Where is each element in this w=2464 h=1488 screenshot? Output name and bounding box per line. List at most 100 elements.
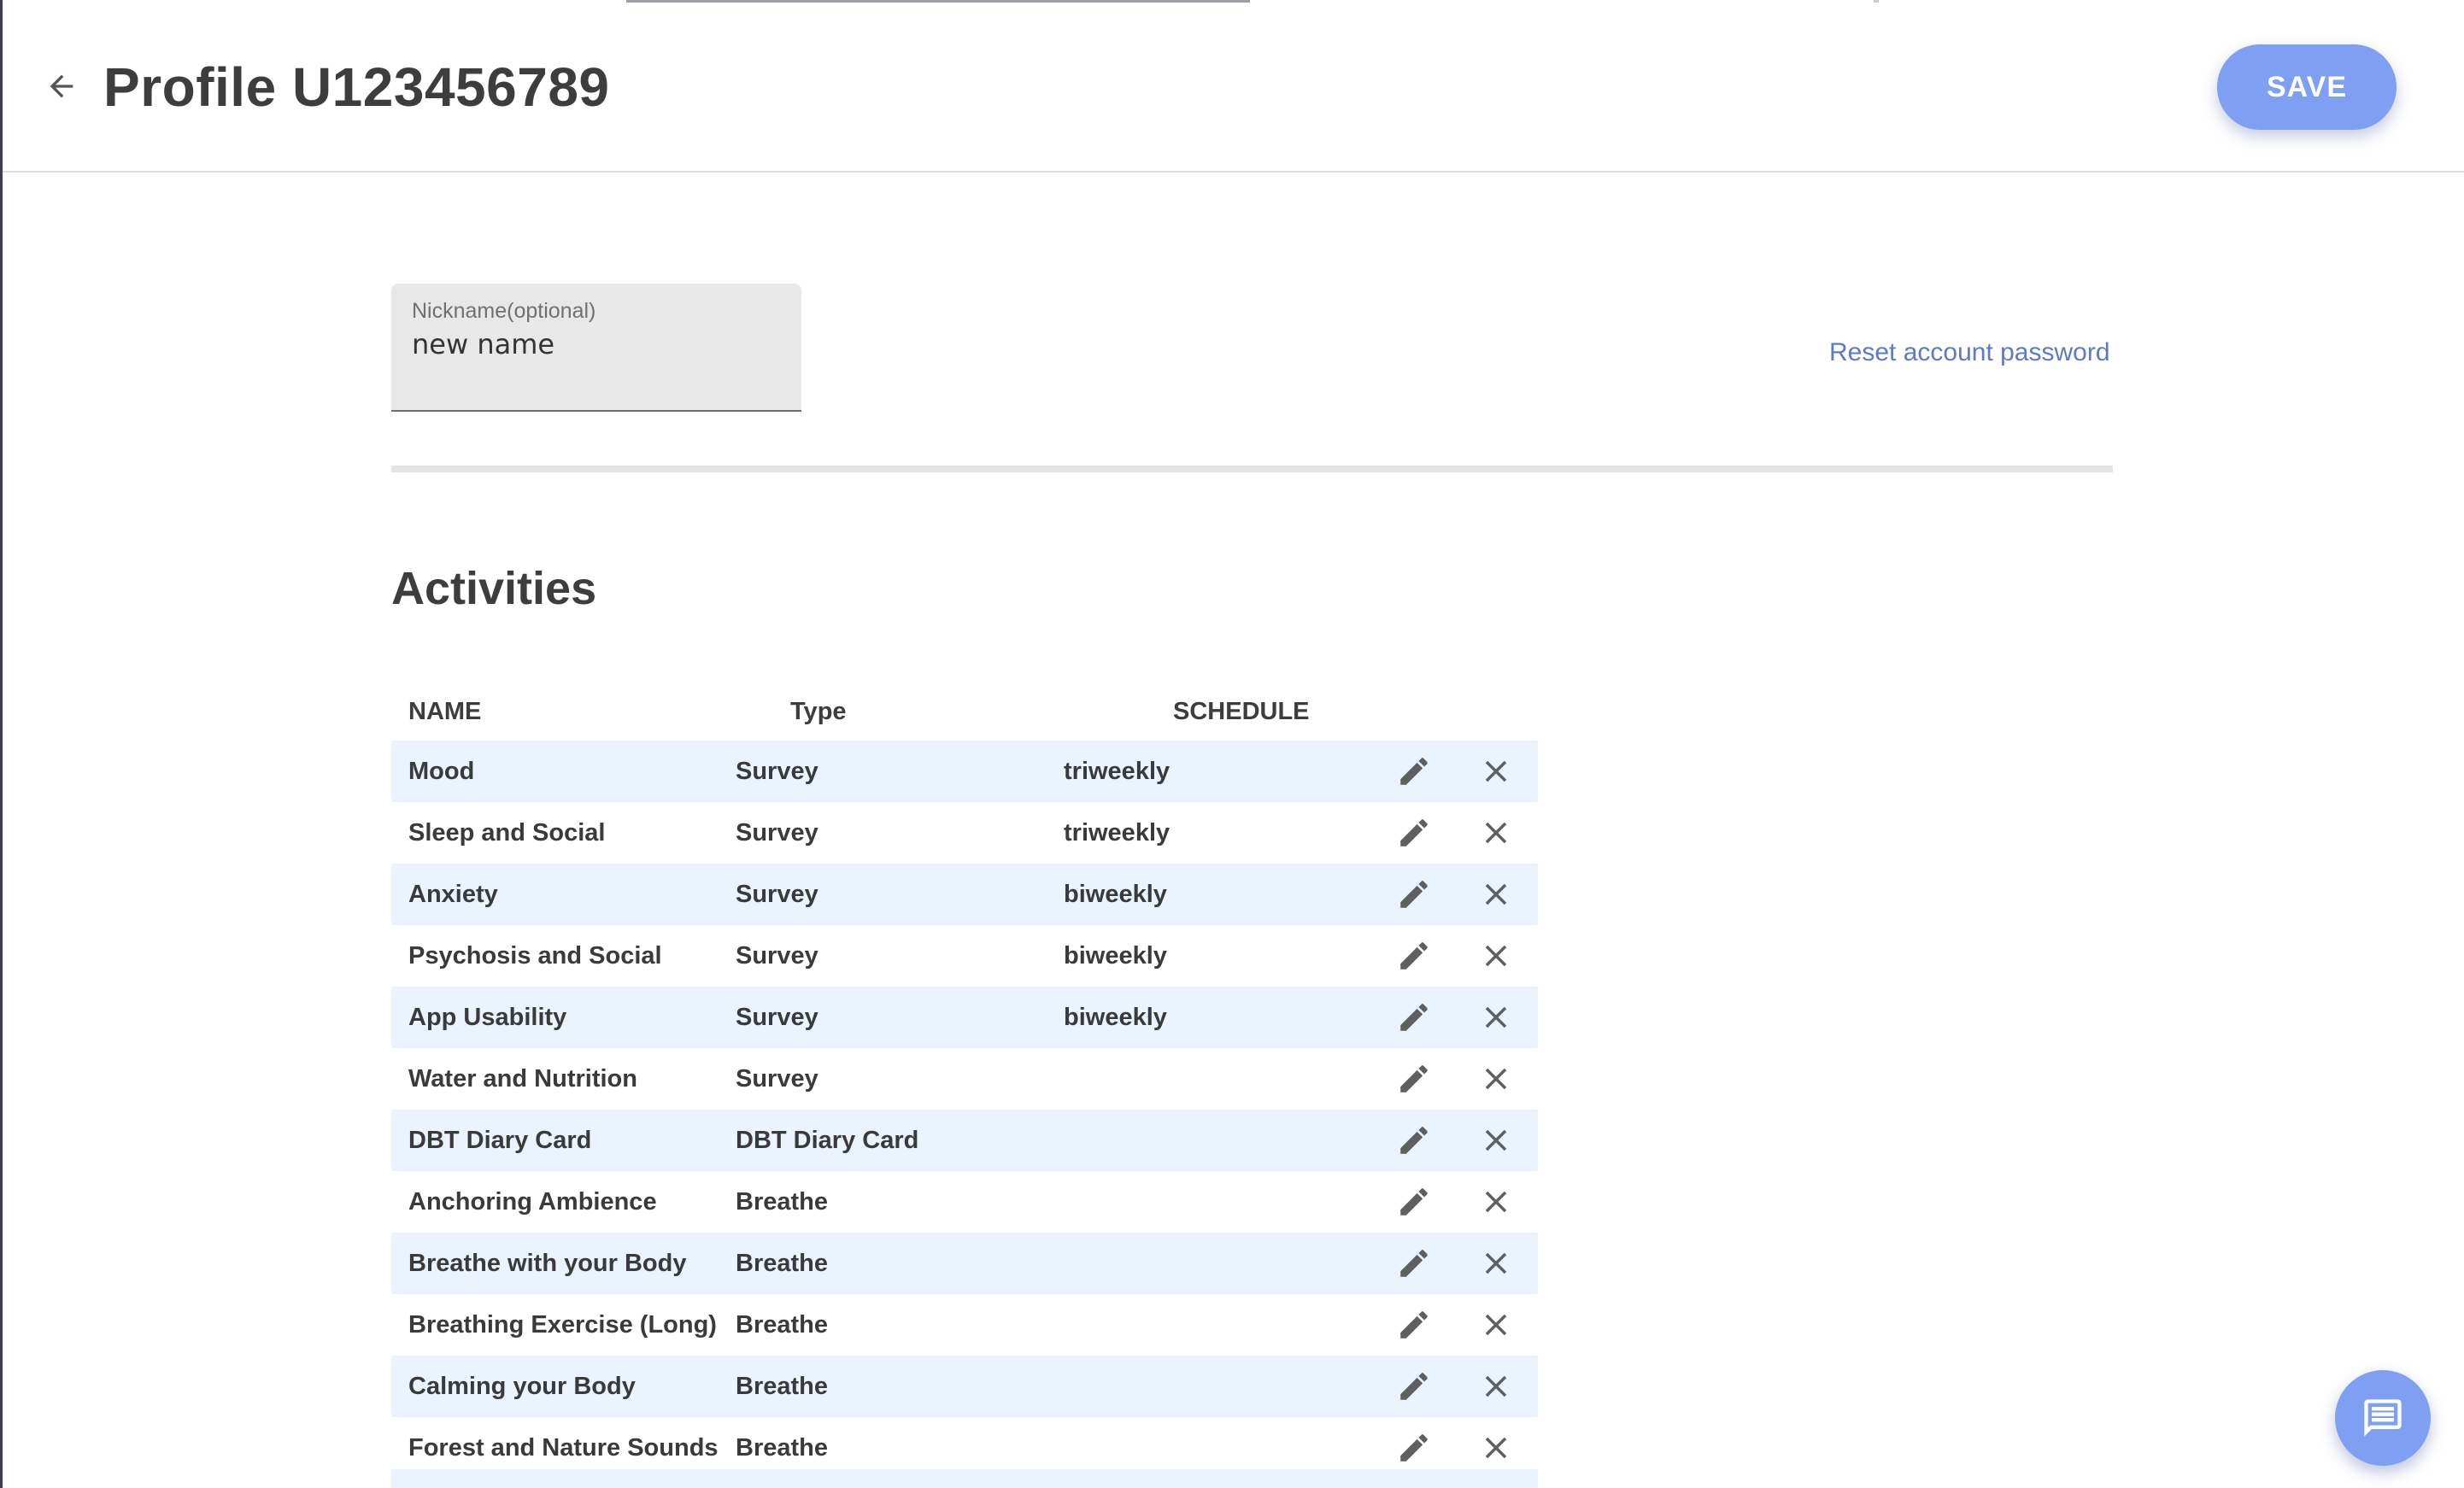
delete-activity-button[interactable]	[1477, 814, 1515, 852]
row-name: Water and Nutrition	[408, 1065, 637, 1093]
edit-activity-button[interactable]	[1395, 876, 1433, 913]
pencil-icon	[1400, 1188, 1428, 1216]
table-row[interactable]: Anchoring Ambience Breathe	[391, 1171, 1538, 1233]
activities-table: NAME Type SCHEDULE Mood Survey triweekly Sl…	[391, 679, 1538, 1479]
close-icon	[1485, 1375, 1507, 1397]
nickname-field[interactable]: Nickname(optional)	[391, 284, 801, 412]
close-icon	[1485, 1068, 1507, 1090]
row-type: Breathe	[736, 1434, 828, 1462]
table-header-row: NAME Type SCHEDULE	[391, 679, 1538, 741]
row-name: Anxiety	[408, 881, 498, 908]
pencil-icon	[1400, 819, 1428, 847]
edit-activity-button[interactable]	[1395, 1060, 1433, 1098]
table-row[interactable]: Sleep and Social Survey triweekly	[391, 802, 1538, 864]
table-row[interactable]: Mood Survey triweekly	[391, 741, 1538, 802]
column-header-type[interactable]: Type	[790, 698, 847, 726]
row-type: Survey	[736, 819, 818, 847]
close-icon	[1485, 1006, 1507, 1028]
row-schedule: biweekly	[1064, 881, 1167, 908]
row-type: DBT Diary Card	[736, 1127, 919, 1154]
row-schedule: triweekly	[1064, 758, 1170, 785]
close-icon	[1485, 1437, 1507, 1459]
delete-activity-button[interactable]	[1477, 1306, 1515, 1344]
table-row[interactable]: App Usability Survey biweekly	[391, 987, 1538, 1048]
table-row[interactable]: Breathe with your Body Breathe	[391, 1233, 1538, 1294]
row-schedule: biweekly	[1064, 1004, 1167, 1031]
pencil-icon	[1400, 942, 1428, 970]
row-name: Calming your Body	[408, 1373, 636, 1400]
table-row[interactable]: Breathing Exercise (Long) Breathe	[391, 1294, 1538, 1356]
row-name: Sleep and Social	[408, 819, 606, 847]
edit-activity-button[interactable]	[1395, 937, 1433, 975]
row-type: Survey	[736, 881, 818, 908]
edit-activity-button[interactable]	[1395, 999, 1433, 1036]
close-icon	[1485, 1314, 1507, 1336]
edit-activity-button[interactable]	[1395, 1183, 1433, 1221]
close-icon	[1485, 822, 1507, 844]
delete-activity-button[interactable]	[1477, 1245, 1515, 1282]
row-type: Breathe	[736, 1311, 828, 1339]
pencil-icon	[1400, 881, 1428, 908]
delete-activity-button[interactable]	[1477, 1429, 1515, 1467]
delete-activity-button[interactable]	[1477, 1183, 1515, 1221]
page-header: Profile U123456789 SAVE	[3, 0, 2464, 173]
table-row[interactable]: Water and Nutrition Survey	[391, 1048, 1538, 1110]
row-name: DBT Diary Card	[408, 1127, 592, 1154]
reset-password-link[interactable]: Reset account password	[1829, 338, 2110, 367]
row-name: Psychosis and Social	[408, 942, 662, 970]
edit-activity-button[interactable]	[1395, 1122, 1433, 1159]
page-title: Profile U123456789	[103, 56, 610, 118]
pencil-icon	[1400, 1127, 1428, 1154]
table-row[interactable]: Calming your Body Breathe	[391, 1356, 1538, 1417]
edit-activity-button[interactable]	[1395, 1306, 1433, 1344]
table-row[interactable]: DBT Diary Card DBT Diary Card	[391, 1110, 1538, 1171]
delete-activity-button[interactable]	[1477, 1368, 1515, 1405]
back-button[interactable]	[40, 65, 83, 108]
row-name: Mood	[408, 758, 475, 785]
pencil-icon	[1400, 1250, 1428, 1277]
row-schedule: biweekly	[1064, 942, 1167, 970]
close-icon	[1485, 1129, 1507, 1151]
row-type: Survey	[736, 758, 818, 785]
table-row[interactable]: Psychosis and Social Survey biweekly	[391, 925, 1538, 987]
column-header-name[interactable]: NAME	[408, 698, 481, 726]
edit-activity-button[interactable]	[1395, 814, 1433, 852]
nickname-label: Nickname(optional)	[412, 299, 596, 323]
delete-activity-button[interactable]	[1477, 753, 1515, 790]
edit-activity-button[interactable]	[1395, 1245, 1433, 1282]
section-divider	[391, 466, 2113, 472]
column-header-schedule[interactable]: SCHEDULE	[1173, 698, 1310, 726]
pencil-icon	[1400, 1434, 1428, 1462]
delete-activity-button[interactable]	[1477, 1060, 1515, 1098]
row-name: App Usability	[408, 1004, 567, 1031]
row-type: Breathe	[736, 1373, 828, 1400]
pencil-icon	[1400, 1004, 1428, 1031]
pencil-icon	[1400, 1311, 1428, 1339]
chat-button[interactable]	[2335, 1370, 2431, 1466]
row-type: Survey	[736, 1065, 818, 1093]
row-name: Breathe with your Body	[408, 1250, 687, 1277]
save-button[interactable]: SAVE	[2217, 44, 2397, 130]
row-type: Survey	[736, 1004, 818, 1031]
arrow-left-icon	[50, 74, 73, 98]
close-icon	[1485, 883, 1507, 905]
app-page: Profile U123456789 SAVE Nickname(optiona…	[0, 0, 2464, 1488]
edit-activity-button[interactable]	[1395, 753, 1433, 790]
delete-activity-button[interactable]	[1477, 999, 1515, 1036]
row-name: Breathing Exercise (Long)	[408, 1311, 717, 1339]
close-icon	[1485, 1252, 1507, 1274]
edit-activity-button[interactable]	[1395, 1429, 1433, 1467]
edit-activity-button[interactable]	[1395, 1368, 1433, 1405]
pencil-icon	[1400, 1373, 1428, 1400]
nickname-input[interactable]	[412, 328, 771, 360]
close-icon	[1485, 760, 1507, 782]
row-name: Anchoring Ambience	[408, 1188, 657, 1216]
delete-activity-button[interactable]	[1477, 937, 1515, 975]
chat-icon	[2364, 1399, 2402, 1437]
close-icon	[1485, 945, 1507, 967]
delete-activity-button[interactable]	[1477, 876, 1515, 913]
table-row[interactable]: Anxiety Survey biweekly	[391, 864, 1538, 925]
delete-activity-button[interactable]	[1477, 1122, 1515, 1159]
row-name: Forest and Nature Sounds	[408, 1434, 719, 1462]
row-type: Breathe	[736, 1250, 828, 1277]
